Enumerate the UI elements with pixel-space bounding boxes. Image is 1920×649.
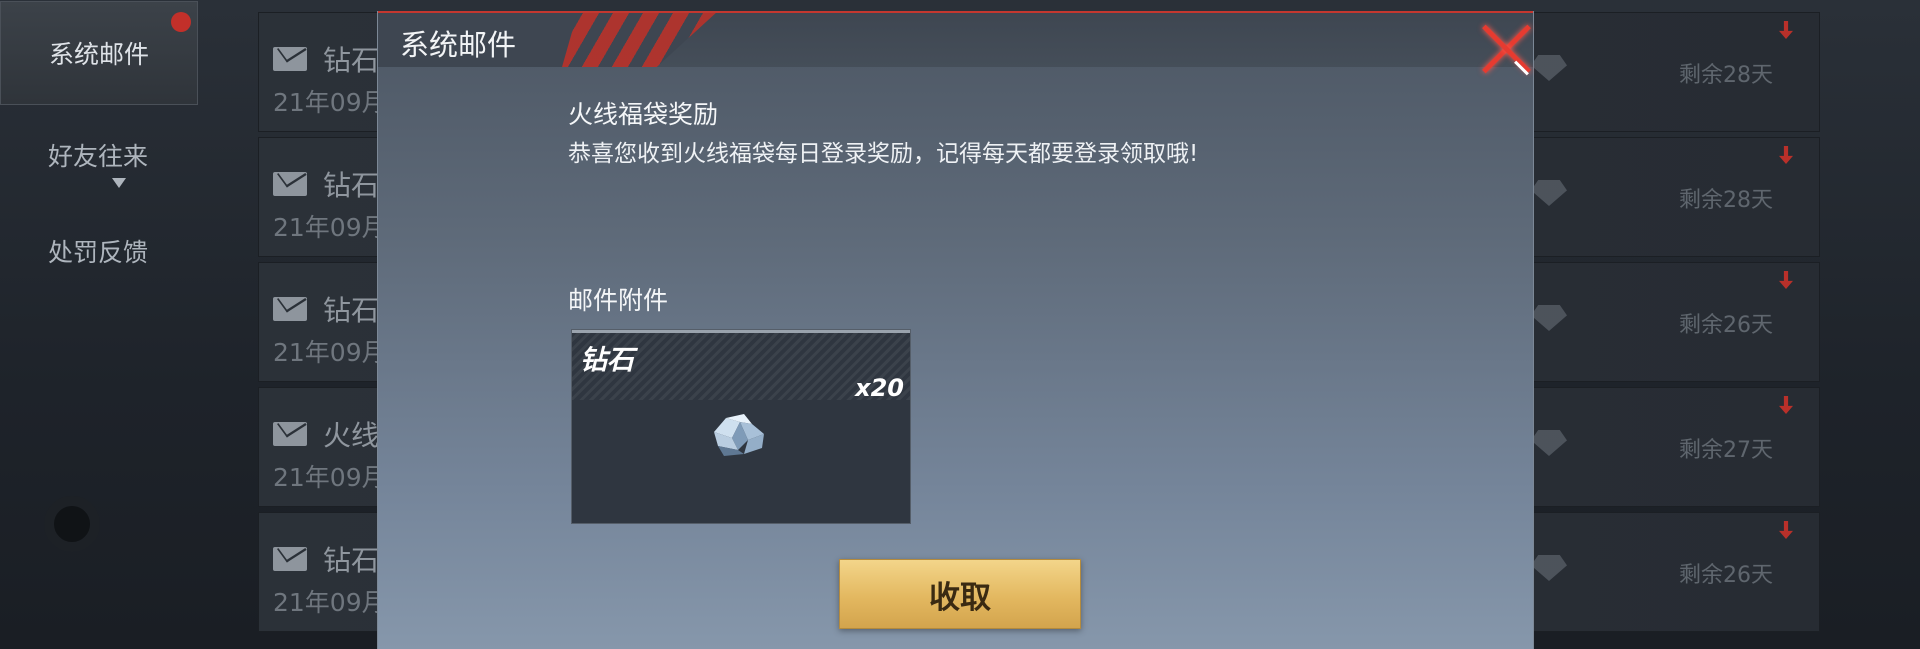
diamond-icon xyxy=(1531,305,1567,331)
sidebar-item-label: 处罚反馈 xyxy=(47,238,148,267)
notification-flag-icon xyxy=(1779,521,1793,539)
diamond-icon xyxy=(1531,430,1567,456)
mail-icon xyxy=(273,172,307,196)
mail-title: 钻石 xyxy=(323,544,380,577)
mail-status: 剩余26天 xyxy=(1531,263,1821,381)
mail-remaining-days: 剩余28天 xyxy=(1679,188,1773,213)
mail-status: 剩余27天 xyxy=(1531,388,1821,506)
sidebar-item-label: 系统邮件 xyxy=(48,40,149,69)
mail-detail-dialog: 系统邮件 火线福袋奖励 恭喜您收到火线福袋每日登录奖励，记得每天都要登录领取哦!… xyxy=(377,11,1534,649)
sidebar-item-label: 好友往来 xyxy=(47,142,148,171)
mail-title: 钻石 xyxy=(323,44,380,77)
attachment-item-card[interactable]: 钻石 x20 xyxy=(571,329,911,524)
mail-icon xyxy=(273,47,307,71)
notification-flag-icon xyxy=(1779,21,1793,39)
mail-remaining-days: 剩余28天 xyxy=(1679,63,1773,88)
notification-flag-icon xyxy=(1779,396,1793,414)
mail-icon xyxy=(273,422,307,446)
mail-title: 火线 xyxy=(323,419,380,452)
joystick-icon[interactable] xyxy=(44,496,100,552)
mail-remaining-days: 剩余26天 xyxy=(1679,563,1773,588)
mail-icon xyxy=(273,297,307,321)
mail-date: 21年09月 xyxy=(273,588,387,617)
item-name: 钻石 xyxy=(580,345,634,376)
mail-body-text: 恭喜您收到火线福袋每日登录奖励，记得每天都要登录领取哦! xyxy=(568,141,1199,167)
mail-subject: 火线福袋奖励 xyxy=(568,100,719,129)
mail-date: 21年09月 xyxy=(273,88,387,117)
dialog-header: 系统邮件 xyxy=(378,11,1533,67)
close-button[interactable] xyxy=(1480,21,1536,77)
attachment-heading: 邮件附件 xyxy=(568,286,669,315)
mail-category-sidebar: 系统邮件 好友往来 处罚反馈 xyxy=(0,0,200,649)
notification-flag-icon xyxy=(1779,146,1793,164)
item-quantity: x20 xyxy=(855,374,904,402)
notification-badge xyxy=(171,12,191,32)
mail-status: 剩余28天 xyxy=(1531,13,1821,131)
dialog-title: 系统邮件 xyxy=(400,28,517,62)
dropdown-arrow-icon xyxy=(112,178,126,188)
collect-button-label: 收取 xyxy=(929,579,991,616)
notification-flag-icon xyxy=(1779,271,1793,289)
diamond-icon xyxy=(1531,180,1567,206)
diamond-icon xyxy=(1531,55,1567,81)
sidebar-item-friends[interactable]: 好友往来 xyxy=(0,120,196,190)
collect-button[interactable]: 收取 xyxy=(839,559,1081,629)
mail-date: 21年09月 xyxy=(273,338,387,367)
diamond-icon xyxy=(1531,555,1567,581)
card-top-line xyxy=(572,330,910,333)
mail-title: 钻石 xyxy=(323,169,380,202)
mail-status: 剩余28天 xyxy=(1531,138,1821,256)
sidebar-item-penalty-feedback[interactable]: 处罚反馈 xyxy=(0,216,196,286)
mail-status: 剩余26天 xyxy=(1531,513,1821,631)
mail-date: 21年09月 xyxy=(273,463,387,492)
sidebar-item-system-mail[interactable]: 系统邮件 xyxy=(0,1,198,105)
header-accent-line xyxy=(378,11,1533,13)
mail-icon xyxy=(273,547,307,571)
mail-title: 钻石 xyxy=(323,294,380,327)
mail-remaining-days: 剩余27天 xyxy=(1679,438,1773,463)
mail-date: 21年09月 xyxy=(273,213,387,242)
diamond-icon xyxy=(714,414,764,456)
mail-remaining-days: 剩余26天 xyxy=(1679,313,1773,338)
